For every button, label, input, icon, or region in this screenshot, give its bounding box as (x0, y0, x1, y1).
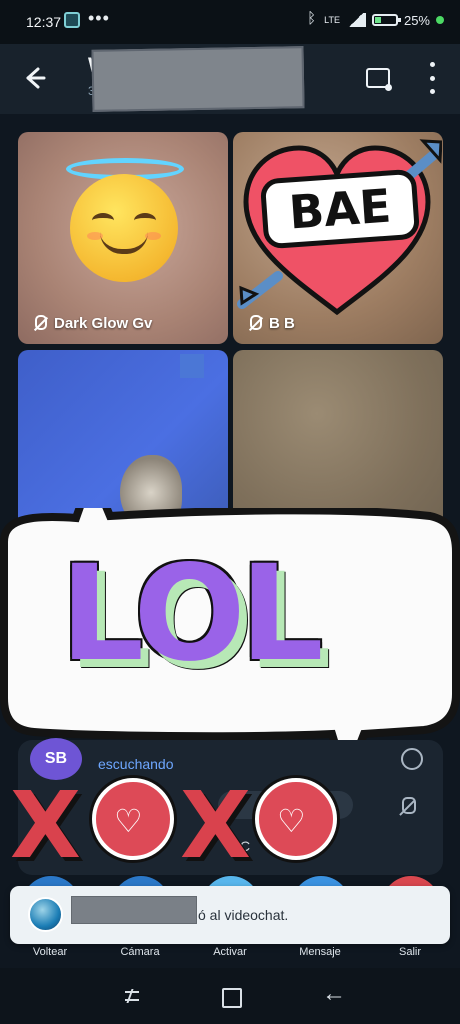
x-letter: X (10, 772, 81, 879)
system-nav-bar (0, 968, 460, 1024)
status-time: 12:37 (26, 14, 62, 30)
heart-icon: ♡ (277, 803, 306, 839)
app-notification-icon (64, 12, 80, 28)
more-notifications-icon: ••• (88, 8, 110, 28)
arrow-left-icon (26, 67, 46, 89)
redaction-box (91, 46, 305, 112)
home-button[interactable] (216, 982, 244, 1010)
participant-status: escuchando (98, 756, 174, 772)
participant-name: Dark Glow Gv (54, 314, 153, 332)
video-pixel-block (180, 354, 204, 378)
join-toast: ó al videochat. (10, 886, 450, 944)
redaction-box (71, 896, 197, 924)
control-label: Cámara (120, 946, 160, 958)
mic-off-icon (399, 797, 416, 819)
bluetooth-icon (306, 10, 318, 28)
top-app-bar: W 3 (0, 44, 460, 114)
x-letter: X (180, 772, 251, 879)
avatar (28, 897, 63, 932)
privacy-indicator-icon (436, 16, 444, 24)
video-tile-1[interactable]: Dark Glow Gv (18, 132, 228, 344)
lte-label: LTE (324, 14, 340, 25)
lol-text: LOL (60, 537, 324, 691)
xoxo-sticker: X ♡ X ♡ (10, 772, 340, 879)
battery-icon (371, 14, 401, 26)
status-right-cluster: LTE 25% (306, 10, 444, 28)
back-button[interactable] (20, 64, 48, 92)
mic-off-icon (32, 314, 47, 332)
control-label: Mensaje (299, 946, 341, 958)
o-heart-badge: ♡ (92, 778, 174, 860)
control-label: Salir (398, 946, 421, 958)
battery-percentage: 25% (403, 12, 430, 28)
screen-share-button[interactable] (366, 68, 392, 91)
status-bar: 12:37 ••• LTE 25% (0, 0, 460, 44)
control-label: Voltear (32, 946, 68, 958)
signal-icon (345, 13, 366, 27)
raised-hand-icon (401, 748, 423, 770)
tile-label: Dark Glow Gv (32, 314, 152, 332)
recent-apps-button[interactable] (118, 982, 146, 1010)
more-options-button[interactable] (426, 62, 438, 94)
smiling-face-emoji (70, 174, 178, 282)
system-back-button[interactable] (318, 980, 346, 1010)
heart-icon: ♡ (114, 803, 143, 839)
toast-message: ó al videochat. (198, 907, 289, 923)
control-label: Activar (213, 946, 247, 958)
bae-text: BAE (259, 168, 421, 250)
o-heart-badge: ♡ (255, 778, 337, 860)
